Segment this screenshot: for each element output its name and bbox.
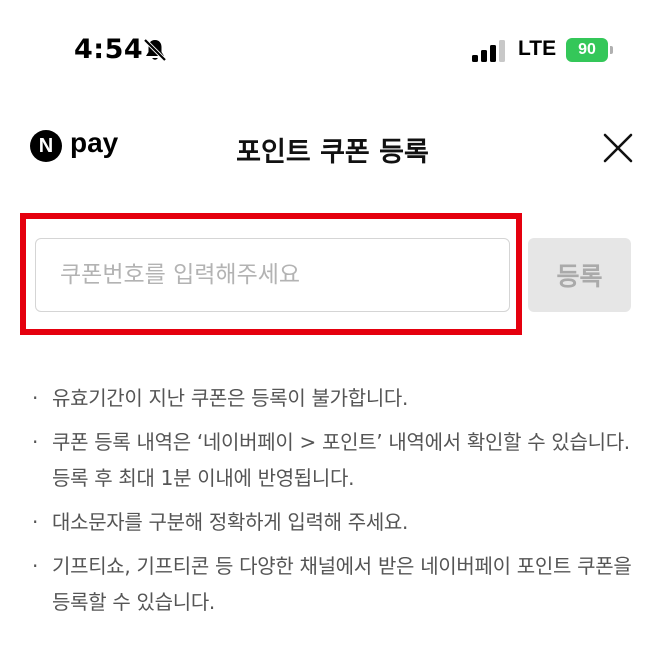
notice-bullet: · [32,554,39,578]
notice-bullet: · [32,386,39,410]
notice-text: 쿠폰 등록 내역은 ‘네이버페이 > 포인트’ 내역에서 확인할 수 있습니다.… [52,430,630,490]
status-bar: 4:54 LTE 90 [0,0,665,100]
notice-text: 기프티쇼, 기프티콘 등 다양한 채널에서 받은 네이버페이 포인트 쿠폰을 등… [52,554,632,614]
notice-text: 대소문자를 구분해 정확하게 입력해 주세요. [52,510,409,534]
cellular-signal-icon [472,40,505,62]
notice-item: · 쿠폰 등록 내역은 ‘네이버페이 > 포인트’ 내역에서 확인할 수 있습니… [30,424,640,496]
battery-icon: 90 [566,38,608,62]
status-time: 4:54 [74,34,144,65]
close-icon[interactable] [598,128,638,168]
notice-list: · 유효기간이 지난 쿠폰은 등록이 불가합니다. · 쿠폰 등록 내역은 ‘네… [30,380,640,628]
notice-item: · 대소문자를 구분해 정확하게 입력해 주세요. [30,504,640,540]
bell-slash-icon [143,38,167,62]
notice-bullet: · [32,510,39,534]
network-type: LTE [518,37,557,60]
header: N pay 포인트 쿠폰 등록 [0,118,665,178]
page-title: 포인트 쿠폰 등록 [236,137,429,168]
coupon-number-input[interactable] [35,238,510,312]
notice-text: 유효기간이 지난 쿠폰은 등록이 불가합니다. [52,386,409,410]
battery-tip [610,46,613,54]
notice-item: · 유효기간이 지난 쿠폰은 등록이 불가합니다. [30,380,640,416]
battery-level: 90 [578,41,596,58]
notice-item: · 기프티쇼, 기프티콘 등 다양한 채널에서 받은 네이버페이 포인트 쿠폰을… [30,548,640,620]
register-button[interactable]: 등록 [528,238,631,312]
notice-bullet: · [32,430,39,454]
